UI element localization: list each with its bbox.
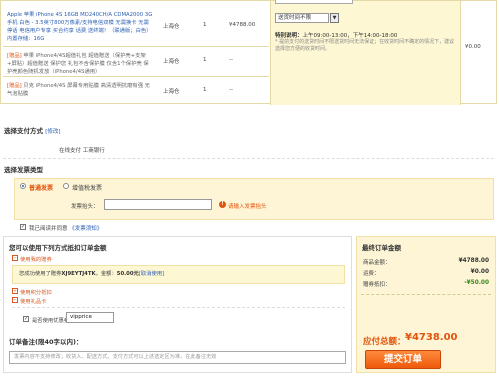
payable-value: ¥4738.00 xyxy=(405,332,458,343)
gift-coupon-toggle[interactable]: − xyxy=(12,255,18,261)
gift-card-toggle[interactable]: − xyxy=(12,297,18,303)
invoice-plain-radio[interactable] xyxy=(20,183,26,189)
gift-code: XJ9EYTJ4TK xyxy=(61,271,96,277)
discount-label: 赠券抵扣： xyxy=(363,282,391,288)
table-row: [赠品] 贝克 iPhone4/4S 屏幕专用贴膜 高清透明抗磨有强 无气泡贴膜… xyxy=(3,77,269,105)
item-price: -- xyxy=(229,57,233,63)
warehouse-location: 上海仓 xyxy=(163,59,180,65)
table-row: [赠品] 苹果 iPhone4/4S超值礼包 超值赠送（保护壳+支架+屏贴）超值… xyxy=(3,47,269,77)
delivery-tip: * 提前支付的送货时间不限送货时间无法保证；在收货时间不确定的情况下，建议选择您… xyxy=(275,39,455,52)
product-name-link[interactable]: Apple 苹果 iPhone 4S 16GB MD240CH/A CDMA20… xyxy=(7,11,153,43)
payment-section-title: 选择支付方式 [修改] xyxy=(4,125,61,135)
agree-checkbox[interactable]: ✓ xyxy=(20,224,26,230)
order-items-table: Apple 苹果 iPhone 4S 16GB MD240CH/A CDMA20… xyxy=(0,0,497,105)
goods-amount-label: 商品金额： xyxy=(363,260,391,266)
table-row: Apple 苹果 iPhone 4S 16GB MD240CH/A CDMA20… xyxy=(3,1,269,47)
summary-title: 最终订单金额 xyxy=(362,244,401,252)
subtotal-column: ¥0.00 xyxy=(460,1,496,105)
delivery-time-panel: 送货时间不限 ▼ 特别说明：上午09:00-13:00，下午14:00-18:0… xyxy=(270,0,460,105)
gift-coupon-result: 您成功使用了赠券XJ9EYTJ4TK，金额：50.00元[取消使用] xyxy=(12,265,345,284)
gift-item-text: 苹果 iPhone4/4S超值礼包 超值赠送（保护壳+支架+屏贴）超值赠送 保护… xyxy=(7,53,149,75)
points-toggle[interactable]: + xyxy=(12,288,18,294)
order-note-input[interactable]: 发票内容不支持修改；收货人、配送方式、支付方式可以上述选定区为准，在此备注无效 xyxy=(9,351,346,364)
divider xyxy=(3,158,494,159)
item-quantity: 1 xyxy=(203,87,207,93)
gift-text-pre: 您成功使用了赠券 xyxy=(19,271,62,277)
cancel-gift-link[interactable]: [取消使用] xyxy=(139,271,164,277)
coupon-code-input[interactable]: vipprice xyxy=(66,312,114,323)
use-coupon-label: 是否使用优惠券 xyxy=(32,318,70,324)
submit-order-button[interactable]: 提交订单 xyxy=(365,350,441,369)
gift-amount: 50.00元 xyxy=(116,271,139,277)
dropdown-stub xyxy=(275,0,353,4)
item-quantity: 1 xyxy=(203,57,207,63)
gift-tag: [赠品] xyxy=(7,53,22,59)
item-quantity: 1 xyxy=(203,22,207,28)
warning-icon: ! xyxy=(219,201,226,208)
discount-title: 您可以使用下列方式抵扣订单金额 xyxy=(9,244,107,252)
agree-text: 我已阅读并同意 《发票须知》 xyxy=(29,224,102,232)
gift-item-name[interactable]: [赠品] 苹果 iPhone4/4S超值礼包 超值赠送（保护壳+支架+屏贴）超值… xyxy=(7,52,153,76)
divider xyxy=(12,307,345,308)
use-coupon-checkbox[interactable]: ✓ xyxy=(23,316,29,322)
delivery-time-select[interactable]: 送货时间不限 xyxy=(275,13,329,23)
invoice-header-input[interactable] xyxy=(104,199,212,210)
points-label[interactable]: 使用积分抵扣 xyxy=(20,288,52,296)
invoice-header-label: 发票抬头： xyxy=(71,204,99,210)
gift-item-text: 贝克 iPhone4/4S 屏幕专用贴膜 高清透明抗磨有强 无气泡贴膜 xyxy=(7,83,150,97)
invoice-vat-radio[interactable] xyxy=(63,183,69,189)
goods-column: Apple 苹果 iPhone 4S 16GB MD240CH/A CDMA20… xyxy=(3,1,269,105)
gift-card-label[interactable]: 使用礼品卡 xyxy=(20,297,47,305)
invoice-plain-label[interactable]: 普通发票 xyxy=(29,183,53,192)
agree-label: 我已阅读并同意 xyxy=(29,226,68,232)
shipping-label: 运费： xyxy=(363,271,380,277)
payment-method: 在线支付 工商银行 xyxy=(59,148,105,154)
special-note: 特别说明：上午09:00-13:00，下午14:00-18:00 xyxy=(275,31,397,39)
order-note-title: 订单备注(限40字以内)： xyxy=(9,338,83,346)
chevron-down-icon[interactable]: ▼ xyxy=(330,13,339,23)
invoice-warning: 请输入发票抬头 xyxy=(228,204,267,210)
invoice-panel: 普通发票 增值税发票 发票抬头： ! 请输入发票抬头 xyxy=(14,178,494,220)
payment-title-text: 选择支付方式 xyxy=(4,127,43,135)
invoice-vat-label[interactable]: 增值税发票 xyxy=(72,183,102,192)
invoice-notice-link[interactable]: 《发票须知》 xyxy=(69,226,102,232)
gift-tag: [赠品] xyxy=(7,83,22,89)
subtotal-value: ¥0.00 xyxy=(465,44,481,50)
discount-panel: 您可以使用下列方式抵扣订单金额 − 使用我的赠券 您成功使用了赠券XJ9EYTJ… xyxy=(3,236,352,373)
warehouse-location: 上海仓 xyxy=(163,89,180,95)
shipping-value: ¥0.00 xyxy=(470,269,489,275)
goods-amount-value: ¥4788.00 xyxy=(458,258,489,264)
payable-label: 应付总额： xyxy=(363,337,406,347)
warehouse-location: 上海仓 xyxy=(163,24,180,30)
gift-coupon-label[interactable]: 使用我的赠券 xyxy=(20,255,52,263)
order-summary: 最终订单金额 商品金额： ¥4788.00 运费： ¥0.00 赠券抵扣： -¥… xyxy=(356,236,496,373)
invoice-section-title: 选择发票类型 xyxy=(4,166,43,174)
divider xyxy=(361,294,491,295)
item-price: ¥4788.00 xyxy=(229,22,256,28)
gift-text-mid: ，金额： xyxy=(95,271,117,277)
item-price: -- xyxy=(229,87,233,93)
discount-value: -¥50.00 xyxy=(464,280,489,286)
edit-payment-link[interactable]: [修改] xyxy=(45,129,60,135)
gift-item-name[interactable]: [赠品] 贝克 iPhone4/4S 屏幕专用贴膜 高清透明抗磨有强 无气泡贴膜 xyxy=(7,82,153,98)
